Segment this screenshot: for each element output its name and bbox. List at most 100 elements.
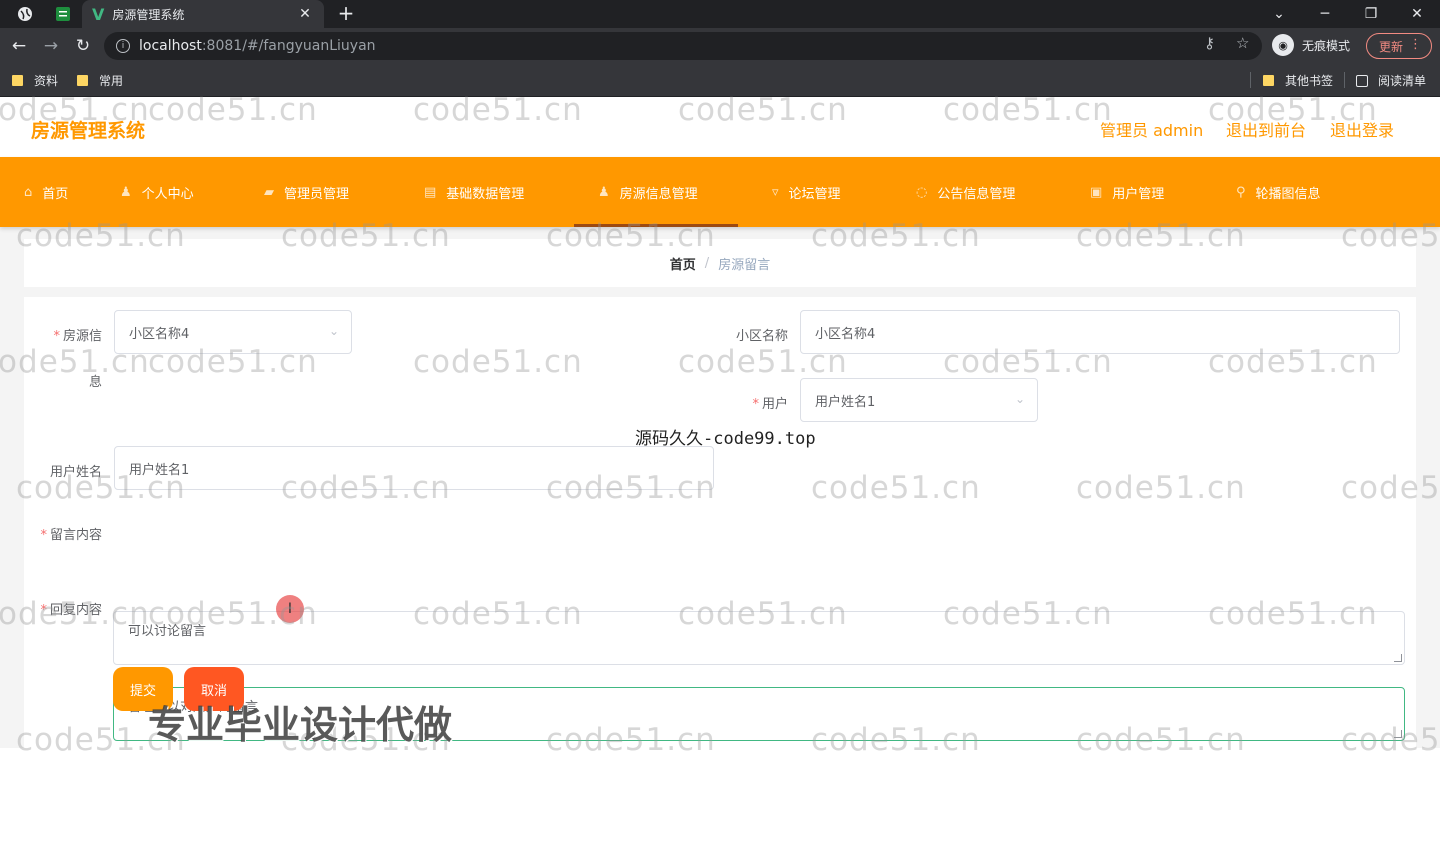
key-icon[interactable]: ⚷ (1204, 34, 1215, 52)
new-tab-button[interactable]: + (334, 1, 358, 25)
reload-icon[interactable]: ↻ (71, 34, 95, 58)
users-icon: ▣ (1090, 184, 1103, 200)
page-bottom (0, 748, 1440, 848)
bookmark-label: 常用 (99, 74, 124, 88)
menu-item-basic-data[interactable]: ▤ 基础数据管理 (424, 157, 524, 227)
other-bookmarks[interactable]: 其他书签 (1263, 72, 1333, 89)
menu-label: 管理员管理 (284, 186, 350, 202)
user-select-value: 用户姓名1 (815, 394, 876, 410)
breadcrumb: 首页 / 房源留言 (24, 239, 1416, 287)
username-value: 用户姓名1 (129, 462, 190, 478)
user-label-text: 用户 (761, 397, 788, 412)
top-menu: ⌂ 首页 ♟ 个人中心 ▰ 管理员管理 ▤ 基础数据管理 ♟ 房源信息管理 ▿ … (0, 157, 1440, 227)
menu-item-house-info[interactable]: ♟ 房源信息管理 (574, 157, 738, 227)
forward-icon[interactable]: → (39, 34, 63, 58)
url-path: :8081/#/fangyuanLiuyan (201, 38, 376, 54)
star-icon[interactable]: ☆ (1236, 34, 1249, 52)
browser-tab-active[interactable]: V 房源管理系统 ✕ (82, 0, 324, 28)
logout-link[interactable]: 退出登录 (1330, 117, 1394, 141)
bookmark-folder-2[interactable]: 常用 (77, 72, 123, 89)
message-label-text: 留言内容 (49, 528, 102, 543)
user-label: * 用户 (704, 393, 788, 412)
app-header: 房源管理系统 管理员 admin 退出到前台 退出登录 (0, 97, 1440, 157)
community-input[interactable]: 小区名称4 (800, 310, 1400, 354)
update-button[interactable]: 更新 ⋮ (1366, 33, 1432, 59)
reply-label: * 回复内容 (24, 599, 102, 618)
minimize-icon[interactable]: ─ (1302, 0, 1348, 28)
source-watermark-text: 源码久久-code99.top (635, 429, 816, 449)
menu-label: 公告信息管理 (937, 186, 1016, 202)
folder-icon (12, 75, 23, 86)
address-bar-row: ← → ↻ i localhost :8081/#/fangyuanLiuyan… (0, 28, 1440, 64)
username-label: 用户姓名 (49, 465, 102, 480)
required-mark: * (40, 603, 47, 618)
menu-label: 基础数据管理 (446, 186, 525, 202)
bookmark-divider (1250, 72, 1251, 88)
bookmark-folder-1[interactable]: 资料 (12, 72, 58, 89)
menu-label: 房源信息管理 (619, 186, 698, 202)
menu-item-home[interactable]: ⌂ 首页 (24, 157, 68, 227)
to-front-link[interactable]: 退出到前台 (1226, 117, 1306, 141)
menu-item-notice[interactable]: ◌ 公告信息管理 (916, 157, 1015, 227)
house-select[interactable]: 小区名称4 ⌄ (114, 310, 352, 354)
close-window-icon[interactable]: ✕ (1394, 0, 1440, 28)
bookmark-label: 阅读清单 (1378, 74, 1427, 88)
forum-icon: ▿ (772, 184, 779, 200)
profile-label: 无痕模式 (1302, 38, 1351, 53)
required-mark: * (53, 329, 60, 344)
globe-icon[interactable] (14, 3, 36, 25)
data-icon: ▤ (424, 184, 437, 200)
resize-handle-icon[interactable] (1394, 654, 1402, 662)
url-host: localhost (139, 38, 202, 54)
chevron-down-icon: ⌄ (328, 324, 339, 338)
menu-item-forum[interactable]: ▿ 论坛管理 (772, 157, 841, 227)
user-select[interactable]: 用户姓名1 ⌄ (800, 378, 1038, 422)
reading-list[interactable]: 阅读清单 (1356, 72, 1426, 89)
vue-logo-icon: V (92, 4, 105, 24)
incognito-icon: ◉ (1272, 34, 1294, 56)
carousel-icon: ⚲ (1236, 184, 1246, 200)
breadcrumb-separator: / (704, 255, 710, 271)
required-mark: * (752, 397, 759, 412)
resize-handle-icon[interactable] (1394, 730, 1402, 738)
admin-name: 管理员 admin (1100, 121, 1204, 140)
menu-item-users[interactable]: ▣ 用户管理 (1090, 157, 1164, 227)
chevron-down-icon: ⌄ (1014, 392, 1025, 406)
breadcrumb-home[interactable]: 首页 (670, 254, 696, 273)
community-label: 小区名称 (735, 329, 788, 344)
bookmark-label: 资料 (34, 74, 59, 88)
menu-label: 用户管理 (1112, 186, 1165, 202)
tab-title: 房源管理系统 (112, 7, 185, 22)
menu-item-profile[interactable]: ♟ 个人中心 (120, 157, 194, 227)
home-icon: ⌂ (24, 184, 33, 200)
menu-item-admins[interactable]: ▰ 管理员管理 (264, 157, 349, 227)
bookmarks-bar: 资料 常用 其他书签 阅读清单 (0, 64, 1440, 97)
menu-label: 首页 (42, 186, 69, 202)
site-info-icon[interactable]: i (116, 39, 130, 53)
incognito-profile[interactable]: ◉ 无痕模式 (1272, 34, 1350, 56)
more-icon[interactable]: ⋮ (1409, 37, 1422, 52)
tab-close-icon[interactable]: ✕ (296, 6, 314, 22)
username-input[interactable]: 用户姓名1 (114, 446, 714, 490)
notice-icon: ◌ (916, 184, 928, 200)
url-input[interactable]: i localhost :8081/#/fangyuanLiuyan (104, 32, 1262, 60)
sheet-app-icon[interactable] (52, 3, 74, 25)
required-mark: * (40, 528, 47, 543)
message-textarea[interactable]: 可以讨论留言 (113, 611, 1405, 665)
breadcrumb-current: 房源留言 (718, 257, 771, 273)
user-icon: ♟ (120, 184, 132, 200)
message-value: 可以讨论留言 (128, 624, 207, 639)
browser-tab-bar: V 房源管理系统 ✕ + ⌄ ─ ❐ ✕ (0, 0, 1440, 28)
menu-item-carousel[interactable]: ⚲ 轮播图信息 (1236, 157, 1321, 227)
text-cursor-icon: I (276, 595, 304, 623)
reading-list-icon (1356, 74, 1368, 87)
reply-label-text: 回复内容 (49, 603, 102, 618)
bookmark-label: 其他书签 (1285, 74, 1334, 88)
back-icon[interactable]: ← (7, 34, 31, 58)
community-value: 小区名称4 (815, 326, 876, 342)
app-logo: 房源管理系统 (31, 120, 146, 142)
house-label-wrap: 息 (88, 375, 102, 390)
restore-icon[interactable]: ❐ (1348, 0, 1394, 28)
menu-label: 个人中心 (141, 186, 194, 202)
tab-search-icon[interactable]: ⌄ (1256, 0, 1302, 28)
